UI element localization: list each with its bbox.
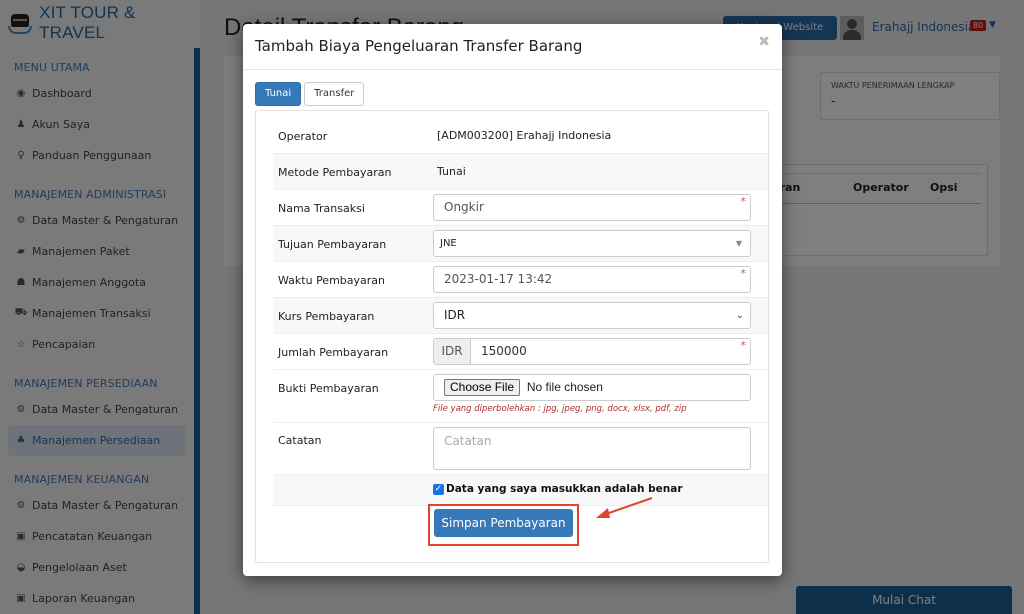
payment-form: Operator [ADM003200] Erahajj Indonesia M… [255,110,769,563]
payment-time-value: 2023-01-17 13:42 [444,272,553,286]
amount-input[interactable]: IDR 150000 * [433,338,751,365]
transaction-name-input[interactable]: Ongkir * [433,194,751,221]
operator-value: [ADM003200] Erahajj Indonesia [437,129,612,142]
choose-file-button[interactable]: Choose File [444,379,521,396]
currency-label: Kurs Pembayaran [278,310,375,323]
form-row-method: Metode Pembayaran Tunai [273,154,768,190]
tab-tunai[interactable]: Tunai [255,82,302,106]
tab-transfer[interactable]: Transfer [304,82,365,106]
currency-select[interactable]: IDR ⌄ [433,302,751,329]
annotation-arrow-icon [596,497,653,518]
transaction-name-value: Ongkir [444,200,484,214]
proof-label: Bukti Pembayaran [278,382,379,395]
file-help-text: File yang diperbolehkan : jpg, jpeg, png… [433,404,687,414]
modal-header: Tambah Biaya Pengeluaran Transfer Barang… [243,24,782,70]
required-icon: * [740,339,747,352]
form-row-confirm: ✓ Data yang saya masukkan adalah benar [273,475,768,506]
form-row-proof: Bukti Pembayaran Choose File No file cho… [273,370,768,423]
payment-method-tabs: Tunai Transfer [255,82,367,106]
amount-value: 150000 [481,344,527,358]
operator-label: Operator [278,130,328,143]
required-icon: * [740,267,747,280]
transaction-name-label: Nama Transaksi [278,202,365,215]
form-row-destination: Tujuan Pembayaran JNE ▼ [273,226,768,262]
form-row-transaction-name: Nama Transaksi Ongkir * [273,190,768,226]
notes-textarea[interactable]: Catatan [433,427,751,470]
chevron-down-icon: ⌄ [735,310,744,321]
proof-file-input[interactable]: Choose File No file chosen [433,374,751,401]
caret-down-icon: ▼ [735,239,742,248]
save-highlight-box: Simpan Pembayaran [428,504,579,546]
destination-value: JNE [440,238,457,249]
currency-addon: IDR [434,339,471,364]
save-payment-button[interactable]: Simpan Pembayaran [434,509,573,537]
add-expense-modal: Tambah Biaya Pengeluaran Transfer Barang… [243,24,782,576]
method-label: Metode Pembayaran [278,166,392,179]
close-icon[interactable]: ✖ [758,34,770,50]
payment-time-label: Waktu Pembayaran [278,274,385,287]
form-row-amount: Jumlah Pembayaran IDR 150000 * [273,334,768,370]
form-row-notes: Catatan Catatan [273,423,768,475]
destination-label: Tujuan Pembayaran [278,238,387,251]
form-row-operator: Operator [ADM003200] Erahajj Indonesia [273,118,768,154]
confirm-checkbox[interactable]: ✓ [433,483,444,495]
required-icon: * [740,195,747,208]
currency-value: IDR [444,308,466,322]
destination-select[interactable]: JNE ▼ [433,230,751,257]
form-row-payment-time: Waktu Pembayaran 2023-01-17 13:42 * [273,262,768,298]
notes-label: Catatan [278,434,322,447]
file-status: No file chosen [526,380,603,394]
modal-title: Tambah Biaya Pengeluaran Transfer Barang [255,37,583,55]
amount-label: Jumlah Pembayaran [278,346,389,359]
method-value: Tunai [437,165,466,178]
payment-time-input[interactable]: 2023-01-17 13:42 * [433,266,751,293]
form-row-currency: Kurs Pembayaran IDR ⌄ [273,298,768,334]
